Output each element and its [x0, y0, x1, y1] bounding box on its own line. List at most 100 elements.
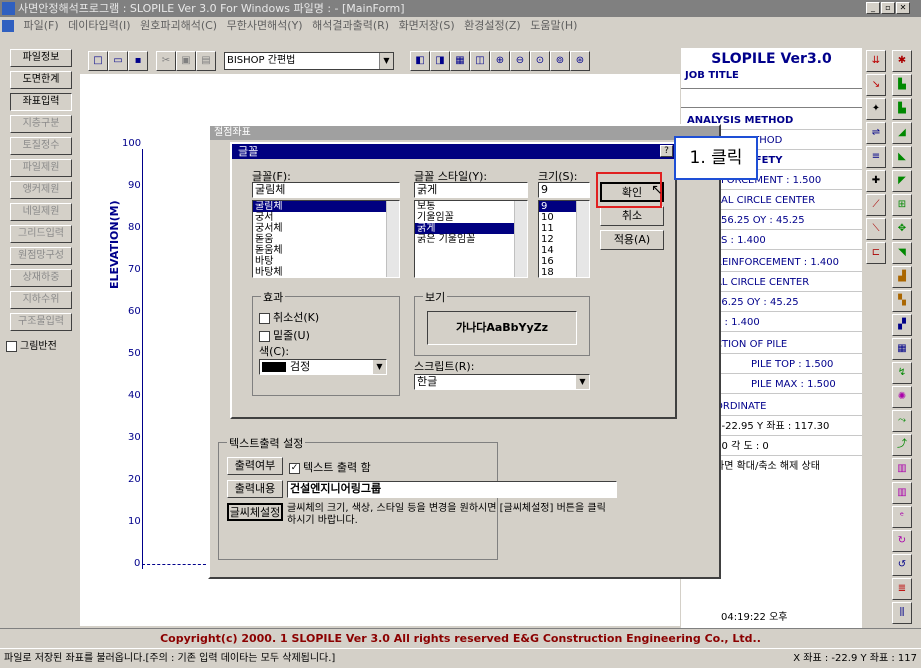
btn-grid[interactable]: 그리드입력: [10, 225, 72, 243]
tool-aa-icon[interactable]: ▥: [892, 458, 912, 480]
tool-j-icon[interactable]: ✱: [892, 50, 912, 72]
list-item[interactable]: 바탕체: [253, 267, 399, 277]
tool-i-icon[interactable]: ⊏: [866, 242, 886, 264]
save-icon[interactable]: ▪: [128, 51, 148, 71]
tool-ag-icon[interactable]: ⫼: [892, 602, 912, 624]
tool-e-icon[interactable]: ≡: [866, 146, 886, 168]
close-button[interactable]: ✕: [896, 2, 910, 14]
style-list[interactable]: 보통 기울임꼴 굵게 굵은 기울임꼴: [414, 200, 528, 278]
menu-input[interactable]: 데이타입력(I): [68, 19, 130, 32]
tool-af-icon[interactable]: ≣: [892, 578, 912, 600]
scrollbar[interactable]: [514, 201, 527, 277]
output-toggle-button[interactable]: 출력여부: [227, 457, 283, 475]
tool-q-icon[interactable]: ✥: [892, 218, 912, 240]
open-icon[interactable]: ▭: [108, 51, 128, 71]
btn-layer[interactable]: 지층구분: [10, 115, 72, 133]
btn-coord-input[interactable]: 좌표입력: [10, 93, 72, 111]
tool-y-icon[interactable]: ⤳: [892, 410, 912, 432]
btn-anchor[interactable]: 앵커제원: [10, 181, 72, 199]
btn-file-info[interactable]: 파일정보: [10, 49, 72, 67]
tool-z-icon[interactable]: ⤴: [892, 434, 912, 456]
tool-n-icon[interactable]: ◣: [892, 146, 912, 168]
btn-structure[interactable]: 구조물입력: [10, 313, 72, 331]
menu-result[interactable]: 해석결과출력(R): [312, 19, 389, 32]
help-button[interactable]: ?: [660, 145, 673, 157]
tool-x-icon[interactable]: ✺: [892, 386, 912, 408]
text-output-check[interactable]: ✓ 텍스트 출력 함: [289, 459, 371, 475]
tool-icon-2[interactable]: ◨: [430, 51, 450, 71]
list-item[interactable]: 보통: [415, 201, 527, 212]
output-content-input[interactable]: 건설엔지니어링그룹: [287, 481, 617, 498]
tool-ab-icon[interactable]: ▥: [892, 482, 912, 504]
btn-origin[interactable]: 원점망구성: [10, 247, 72, 265]
btn-pile[interactable]: 파일제원: [10, 159, 72, 177]
tool-c-icon[interactable]: ✦: [866, 98, 886, 120]
tool-d-icon[interactable]: ⇌: [866, 122, 886, 144]
tool-ad-icon[interactable]: ↻: [892, 530, 912, 552]
menu-settings[interactable]: 환경설정(Z): [464, 19, 521, 32]
output-content-button[interactable]: 출력내용: [227, 480, 283, 498]
tool-r-icon[interactable]: ◥: [892, 242, 912, 264]
zoom-fit-icon[interactable]: ⊚: [550, 51, 570, 71]
underline-check[interactable]: 밑줄(U): [259, 327, 310, 343]
font-input[interactable]: 굴림체: [252, 182, 400, 198]
scrollbar[interactable]: [386, 201, 399, 277]
btn-nail[interactable]: 네일제원: [10, 203, 72, 221]
btn-drawing-limit[interactable]: 도면한계: [10, 71, 72, 89]
maximize-button[interactable]: ▫: [881, 2, 895, 14]
btn-load[interactable]: 상재하중: [10, 269, 72, 287]
tool-h-icon[interactable]: ⟍: [866, 218, 886, 240]
font-settings-button[interactable]: 글씨체설정: [227, 503, 283, 521]
paste-icon[interactable]: ▤: [196, 51, 216, 71]
tool-v-icon[interactable]: ▦: [892, 338, 912, 360]
tool-m-icon[interactable]: ◢: [892, 122, 912, 144]
tool-u-icon[interactable]: ▞: [892, 314, 912, 336]
cut-icon[interactable]: ✂: [156, 51, 176, 71]
list-item[interactable]: 굴림체: [253, 201, 399, 212]
tool-ac-icon[interactable]: ᵉ: [892, 506, 912, 528]
method-select[interactable]: BISHOP 간편법 ▼: [224, 52, 394, 70]
list-item[interactable]: 바탕: [253, 256, 399, 267]
list-item[interactable]: 돋움: [253, 234, 399, 245]
tool-b-icon[interactable]: ↘: [866, 74, 886, 96]
font-list[interactable]: 굴림체 궁서 궁서체 돋움 돋움체 바탕 바탕체: [252, 200, 400, 278]
tool-g-icon[interactable]: ⟋: [866, 194, 886, 216]
zoom-in-icon[interactable]: ⊕: [490, 51, 510, 71]
scrollbar[interactable]: [576, 201, 589, 277]
tool-s-icon[interactable]: ▟: [892, 266, 912, 288]
list-item[interactable]: 궁서체: [253, 223, 399, 234]
tool-w-icon[interactable]: ↯: [892, 362, 912, 384]
menu-infinite[interactable]: 무한사면해석(Y): [227, 19, 303, 32]
list-item[interactable]: 기울임꼴: [415, 212, 527, 223]
tool-k-icon[interactable]: ▙: [892, 74, 912, 96]
tool-f-icon[interactable]: ✚: [866, 170, 886, 192]
color-select[interactable]: 검정 ▼: [259, 359, 387, 375]
tool-a-icon[interactable]: ⇊: [866, 50, 886, 72]
menu-save[interactable]: 화면저장(S): [399, 19, 455, 32]
tool-icon-3[interactable]: ▦: [450, 51, 470, 71]
copy-icon[interactable]: ▣: [176, 51, 196, 71]
list-item[interactable]: 궁서: [253, 212, 399, 223]
tool-l-icon[interactable]: ▙: [892, 98, 912, 120]
tool-icon-1[interactable]: ◧: [410, 51, 430, 71]
strikeout-check[interactable]: 취소선(K): [259, 309, 319, 325]
btn-soil[interactable]: 토질정수: [10, 137, 72, 155]
btn-water[interactable]: 지하수위: [10, 291, 72, 309]
list-item[interactable]: 돋움체: [253, 245, 399, 256]
apply-button[interactable]: 적용(A): [600, 230, 664, 250]
script-select[interactable]: 한글 ▼: [414, 374, 590, 390]
list-item[interactable]: 굵은 기울임꼴: [415, 234, 527, 245]
tool-o-icon[interactable]: ◤: [892, 170, 912, 192]
size-list[interactable]: 9 10 11 12 14 16 18: [538, 200, 590, 278]
style-input[interactable]: 굵게: [414, 182, 528, 198]
cancel-button[interactable]: 취소: [600, 206, 664, 226]
tool-ae-icon[interactable]: ↺: [892, 554, 912, 576]
invert-check[interactable]: 그림반전: [6, 337, 57, 352]
tool-p-icon[interactable]: ⊞: [892, 194, 912, 216]
new-icon[interactable]: □: [88, 51, 108, 71]
tool-icon-4[interactable]: ◫: [470, 51, 490, 71]
list-item[interactable]: 굵게: [415, 223, 527, 234]
minimize-button[interactable]: _: [866, 2, 880, 14]
menu-circle[interactable]: 원호파괴해석(C): [140, 19, 217, 32]
menu-file[interactable]: 파일(F): [24, 19, 59, 32]
